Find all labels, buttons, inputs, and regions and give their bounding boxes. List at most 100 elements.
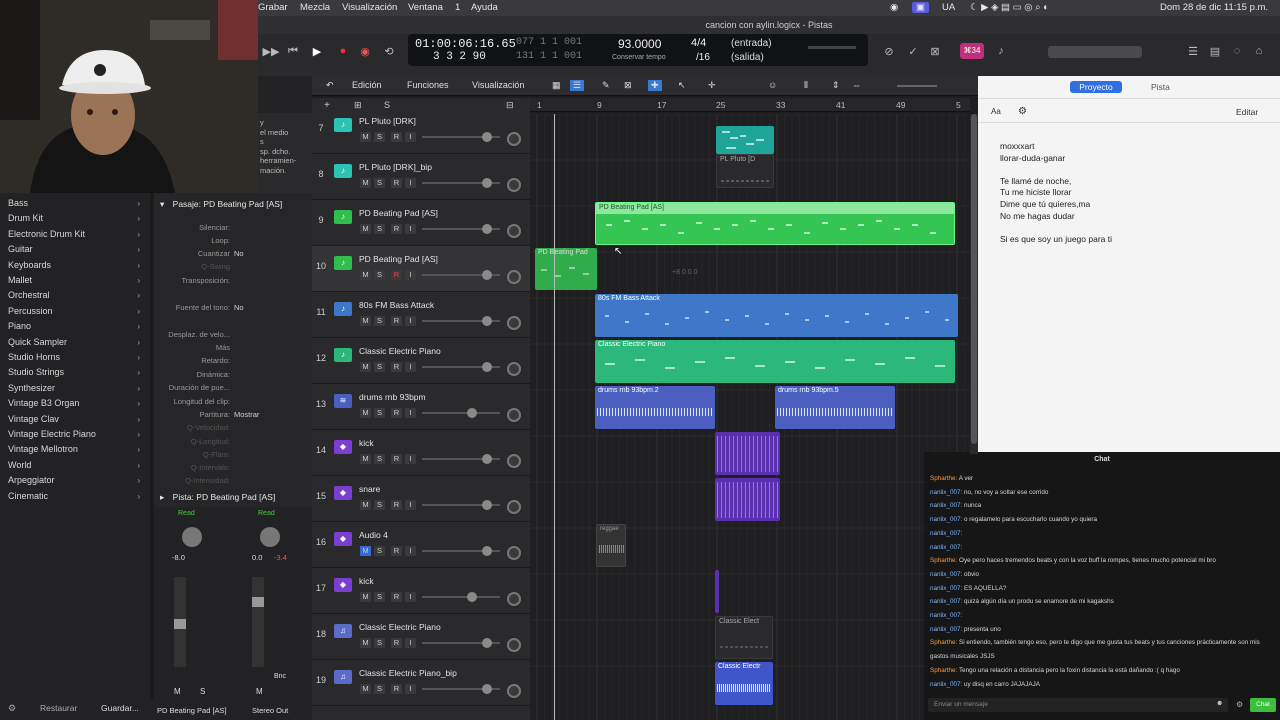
- solo-button[interactable]: S: [374, 454, 385, 464]
- track-instrument-icon[interactable]: ◆: [334, 486, 352, 500]
- track-header[interactable]: 13 ≋ drums rnb 93bpm M S R I: [312, 384, 530, 430]
- volume-fader[interactable]: [422, 178, 500, 188]
- chevron-right-icon[interactable]: ›: [137, 322, 140, 331]
- pan-knob[interactable]: [507, 178, 521, 192]
- solo-button[interactable]: S: [374, 224, 385, 234]
- track-header[interactable]: 9 ♪ PD Beating Pad [AS] M S R I: [312, 200, 530, 246]
- track-header[interactable]: 7 ♪ PL Pluto [DRK] M S R I: [312, 108, 530, 154]
- lcd-signature[interactable]: 4/4: [691, 37, 706, 49]
- library-item[interactable]: Drum Kit: [8, 213, 43, 223]
- volume-fader-knob[interactable]: [482, 362, 492, 372]
- library-item[interactable]: Bass: [8, 198, 28, 208]
- chevron-right-icon[interactable]: ›: [137, 492, 140, 501]
- volume-fader-knob[interactable]: [482, 316, 492, 326]
- pencil-icon[interactable]: ✎: [602, 80, 610, 91]
- region-reggae[interactable]: reggae: [596, 524, 626, 567]
- track-header[interactable]: 8 ♪ PL Pluto [DRK]_bip M S R I: [312, 154, 530, 200]
- chevron-right-icon[interactable]: ›: [137, 415, 140, 424]
- track-instrument-icon[interactable]: ◆: [334, 440, 352, 454]
- record-arm-button[interactable]: R: [391, 546, 402, 556]
- volume-fader-knob[interactable]: [467, 592, 477, 602]
- list-icon[interactable]: ☰: [1184, 42, 1202, 60]
- record-arm-button[interactable]: R: [391, 270, 402, 280]
- chevron-right-icon[interactable]: ›: [137, 199, 140, 208]
- fader-cap-2[interactable]: [252, 597, 264, 607]
- track-name[interactable]: Classic Electric Piano_bip: [359, 668, 457, 678]
- input-monitor-button[interactable]: I: [405, 408, 416, 418]
- track-instrument-icon[interactable]: ♪: [334, 210, 352, 224]
- track-name[interactable]: kick: [359, 438, 374, 448]
- volume-fader[interactable]: [422, 546, 500, 556]
- volume-fader-knob[interactable]: [482, 178, 492, 188]
- library-item[interactable]: Electronic Drum Kit: [8, 229, 85, 239]
- mute-button[interactable]: M: [360, 270, 371, 280]
- mute-button[interactable]: M: [360, 224, 371, 234]
- volume-fader-knob[interactable]: [482, 132, 492, 142]
- library-item[interactable]: Percussion: [8, 306, 53, 316]
- marquee-icon[interactable]: ⊠: [624, 80, 632, 91]
- cycle-icon[interactable]: ⟲: [380, 42, 398, 60]
- chevron-right-icon[interactable]: ›: [137, 368, 140, 377]
- volume-fader[interactable]: [422, 684, 500, 694]
- chat-username[interactable]: nanlix_007:: [930, 626, 962, 633]
- chat-username[interactable]: nanlix_007:: [930, 681, 962, 688]
- chevron-right-icon[interactable]: ›: [137, 399, 140, 408]
- capture-record-icon[interactable]: ◉: [356, 42, 374, 60]
- chat-username[interactable]: nanlix_007:: [930, 612, 962, 619]
- chevron-right-icon[interactable]: ›: [137, 445, 140, 454]
- notes-icon[interactable]: ♪: [992, 42, 1010, 60]
- chat-username[interactable]: nanlix_007:: [930, 585, 962, 592]
- scrollbar-thumb[interactable]: [971, 114, 977, 444]
- chat-username[interactable]: nanlix_007:: [930, 489, 962, 496]
- tab-proyecto[interactable]: Proyecto: [1070, 81, 1122, 93]
- chevron-right-icon[interactable]: ›: [137, 291, 140, 300]
- chevron-right-icon[interactable]: ›: [137, 245, 140, 254]
- pan-knob[interactable]: [507, 408, 521, 422]
- library-item[interactable]: Studio Horns: [8, 352, 60, 362]
- mute-button-1[interactable]: M: [174, 687, 181, 696]
- region-pluto-2[interactable]: PL Pluto [D: [716, 154, 774, 188]
- master-volume-slider[interactable]: [1048, 46, 1142, 58]
- menu-visualizacion-local[interactable]: Visualización: [472, 80, 524, 90]
- region-drums-2[interactable]: drums rnb 93bpm.5: [775, 386, 895, 429]
- fader-cap-1[interactable]: [174, 619, 186, 629]
- record-arm-button[interactable]: R: [391, 362, 402, 372]
- track-instrument-icon[interactable]: ♪: [334, 118, 352, 132]
- back-icon[interactable]: ↶: [326, 80, 334, 91]
- solo-button[interactable]: S: [374, 684, 385, 694]
- volume-fader[interactable]: [422, 270, 500, 280]
- chevron-right-icon[interactable]: ›: [137, 276, 140, 285]
- pan-knob[interactable]: [507, 270, 521, 284]
- pan-knob[interactable]: [507, 362, 521, 376]
- chat-username[interactable]: nanlix_007:: [930, 598, 962, 605]
- region-kick-14[interactable]: [715, 432, 780, 475]
- library-item[interactable]: Studio Strings: [8, 367, 64, 377]
- volume-fader-knob[interactable]: [482, 500, 492, 510]
- track-instrument-icon[interactable]: ♪: [334, 302, 352, 316]
- solo-button[interactable]: S: [374, 592, 385, 602]
- chat-send-button[interactable]: Chat: [1250, 698, 1276, 712]
- region-kick-17[interactable]: [715, 570, 719, 613]
- track-instrument-icon[interactable]: ◆: [334, 578, 352, 592]
- solo-button[interactable]: S: [374, 132, 385, 142]
- track-header[interactable]: 14 ◆ kick M S R I: [312, 430, 530, 476]
- track-header[interactable]: 15 ◆ snare M S R I: [312, 476, 530, 522]
- play-icon[interactable]: ▶: [308, 42, 326, 60]
- zoom-v-icon[interactable]: ⇕: [832, 80, 840, 91]
- inspector-value[interactable]: No: [234, 303, 244, 312]
- list-view-icon[interactable]: ☰: [570, 80, 585, 91]
- volume-fader-knob[interactable]: [482, 224, 492, 234]
- badge-icon[interactable]: ⌘34: [960, 43, 984, 59]
- library-item[interactable]: Vintage Mellotron: [8, 444, 78, 454]
- chat-username[interactable]: nanlix_007:: [930, 544, 962, 551]
- volume-fader-knob[interactable]: [482, 684, 492, 694]
- library-item[interactable]: World: [8, 460, 31, 470]
- zoom-slider[interactable]: [897, 85, 937, 87]
- pan-knob[interactable]: [507, 592, 521, 606]
- tuner-icon[interactable]: ⊘: [880, 42, 898, 60]
- solo-button[interactable]: S: [374, 546, 385, 556]
- chevron-right-icon[interactable]: ›: [137, 430, 140, 439]
- track-name[interactable]: drums rnb 93bpm: [359, 392, 426, 402]
- metronome-icon[interactable]: ⊠: [926, 42, 944, 60]
- fader-track-2[interactable]: [252, 577, 264, 667]
